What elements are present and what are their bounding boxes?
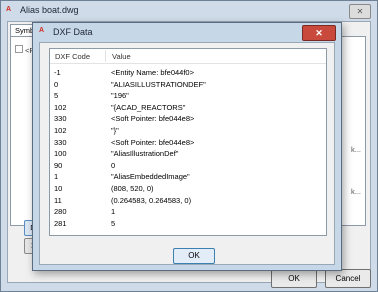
dxf-row[interactable]: 11 (0.264583, 0.264583, 0) (50, 195, 326, 206)
dxf-row[interactable]: 5 "196" (50, 90, 326, 101)
side-label: k... (350, 187, 361, 196)
dxf-value-cell: 1 (111, 207, 116, 217)
dxf-code-cell: 100 (54, 149, 67, 159)
dxf-value-cell: "AliasIllustrationDef" (111, 149, 179, 159)
dxf-row[interactable]: 330 <Soft Pointer: bfe044e8> (50, 137, 326, 148)
dxf-data-dialog: A DXF Data ✕ DXF Code Value -1 <Entity Na… (32, 22, 342, 271)
dxf-row[interactable]: 10 (808, 520, 0) (50, 183, 326, 194)
dxf-value-cell: <Entity Name: bfe044f0> (111, 68, 194, 77)
dxf-value-cell: "ALIASILLUSTRATIONDEF" (111, 79, 206, 89)
dxf-row[interactable]: -1 <Entity Name: bfe044f0> (50, 67, 326, 78)
autocad-app-icon: A (6, 6, 12, 13)
dxf-dialog-title: DXF Data (53, 27, 93, 37)
dxf-row[interactable]: 330 <Soft Pointer: bfe044e8> (50, 113, 326, 124)
column-separator[interactable] (105, 50, 106, 62)
dxf-value-cell: <Soft Pointer: bfe044e8> (111, 137, 195, 147)
dxf-code-cell: 5 (54, 91, 59, 101)
dxf-close-button[interactable]: ✕ (302, 25, 336, 41)
dxf-row[interactable]: 100 "AliasIllustrationDef" (50, 148, 326, 159)
dxf-list-view[interactable]: DXF Code Value -1 <Entity Name: bfe044f0>… (49, 48, 327, 236)
dxf-value-cell: (808, 520, 0) (111, 184, 154, 193)
dxf-code-cell: 1 (54, 172, 59, 182)
dxf-value-cell: "{ACAD_REACTORS" (111, 102, 186, 112)
dxf-row[interactable]: 90 0 (50, 160, 326, 171)
dxf-code-cell: 102 (54, 102, 67, 112)
dxf-row[interactable]: 1 "AliasEmbeddedImage" (50, 171, 326, 182)
dxf-code-cell: 102 (54, 126, 67, 135)
autocad-app-icon: A (39, 27, 45, 34)
dxf-code-cell: 0 (54, 79, 59, 89)
main-window-titlebar[interactable]: A Alias boat.dwg (1, 1, 377, 22)
dxf-row[interactable]: 281 5 (50, 218, 326, 229)
dxf-row[interactable]: 280 1 (50, 206, 326, 217)
dxf-row[interactable]: 0 "ALIASILLUSTRATIONDEF" (50, 79, 326, 90)
dxf-code-cell: 90 (54, 160, 63, 170)
column-header-dxf-code[interactable]: DXF Code (55, 52, 90, 61)
dxf-code-cell: -1 (54, 68, 61, 77)
dxf-dialog-titlebar[interactable]: A DXF Data (33, 23, 341, 42)
main-window-close-button[interactable]: ✕ (349, 4, 371, 19)
main-window-title: Alias boat.dwg (20, 5, 79, 15)
dxf-value-cell: 0 (111, 160, 116, 170)
dxf-value-cell: "AliasEmbeddedImage" (111, 172, 190, 182)
dxf-code-cell: 11 (54, 195, 62, 205)
dxf-ok-button[interactable]: OK (173, 248, 215, 264)
main-cancel-button[interactable]: Cancel (325, 269, 371, 288)
dxf-value-cell: (0.264583, 0.264583, 0) (111, 195, 192, 205)
side-label: k... (350, 145, 361, 154)
dxf-value-cell: 5 (111, 218, 116, 228)
dxf-value-cell: <Soft Pointer: bfe044e8> (111, 114, 195, 124)
dxf-dialog-body: DXF Code Value -1 <Entity Name: bfe044f0>… (39, 42, 335, 265)
dxf-value-cell: "196" (111, 91, 129, 101)
dxf-row[interactable]: 102 "}" (50, 125, 326, 136)
dxf-code-cell: 280 (54, 207, 67, 217)
main-ok-button[interactable]: OK (271, 269, 317, 288)
dxf-code-cell: 10 (54, 184, 63, 193)
dxf-code-cell: 281 (54, 218, 67, 228)
dxf-code-cell: 330 (54, 114, 67, 124)
dxf-list-header: DXF Code Value (50, 49, 326, 64)
column-header-value[interactable]: Value (112, 52, 131, 61)
tree-expand-icon[interactable] (15, 45, 23, 53)
dxf-value-cell: "}" (111, 126, 119, 135)
dxf-code-cell: 330 (54, 137, 67, 147)
dxf-row[interactable]: 102 "{ACAD_REACTORS" (50, 102, 326, 113)
